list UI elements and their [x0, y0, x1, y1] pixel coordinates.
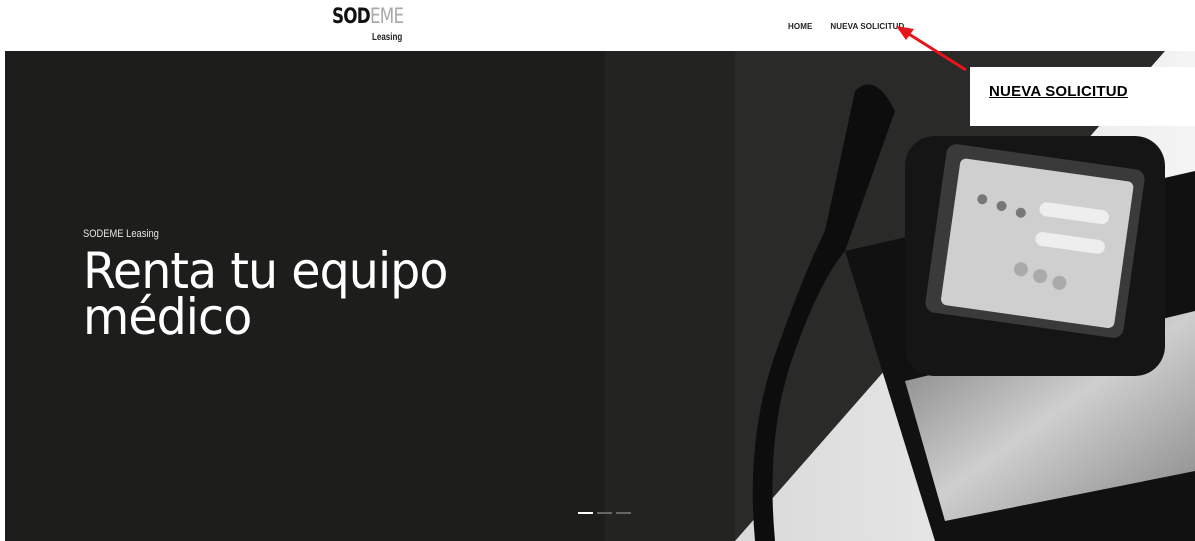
nav-nueva-solicitud[interactable]: NUEVA SOLICITUD — [830, 22, 904, 31]
main-nav: HOME NUEVA SOLICITUD — [788, 22, 922, 31]
hero-title: Renta tu equipo médico — [83, 246, 448, 342]
callout-box: NUEVA SOLICITUD — [970, 67, 1195, 126]
logo-wordmark-light: EME — [369, 4, 404, 28]
carousel-dot-3[interactable] — [616, 512, 631, 514]
carousel-indicators — [578, 512, 631, 514]
logo-wordmark-dark: SOD — [332, 4, 371, 28]
sodeme-logo[interactable]: SODEME Leasing — [332, 4, 404, 46]
carousel-dot-1[interactable] — [578, 512, 593, 514]
carousel-dot-2[interactable] — [597, 512, 612, 514]
nav-home[interactable]: HOME — [788, 22, 812, 31]
hero-title-line2: médico — [83, 288, 252, 346]
logo-wordmark: SODEME — [332, 4, 404, 28]
callout-label: NUEVA SOLICITUD — [989, 83, 1128, 100]
logo-subtitle: Leasing — [372, 32, 403, 43]
site-header: SODEME Leasing HOME NUEVA SOLICITUD — [0, 0, 1195, 51]
hero-kicker: SODEME Leasing — [83, 228, 159, 240]
